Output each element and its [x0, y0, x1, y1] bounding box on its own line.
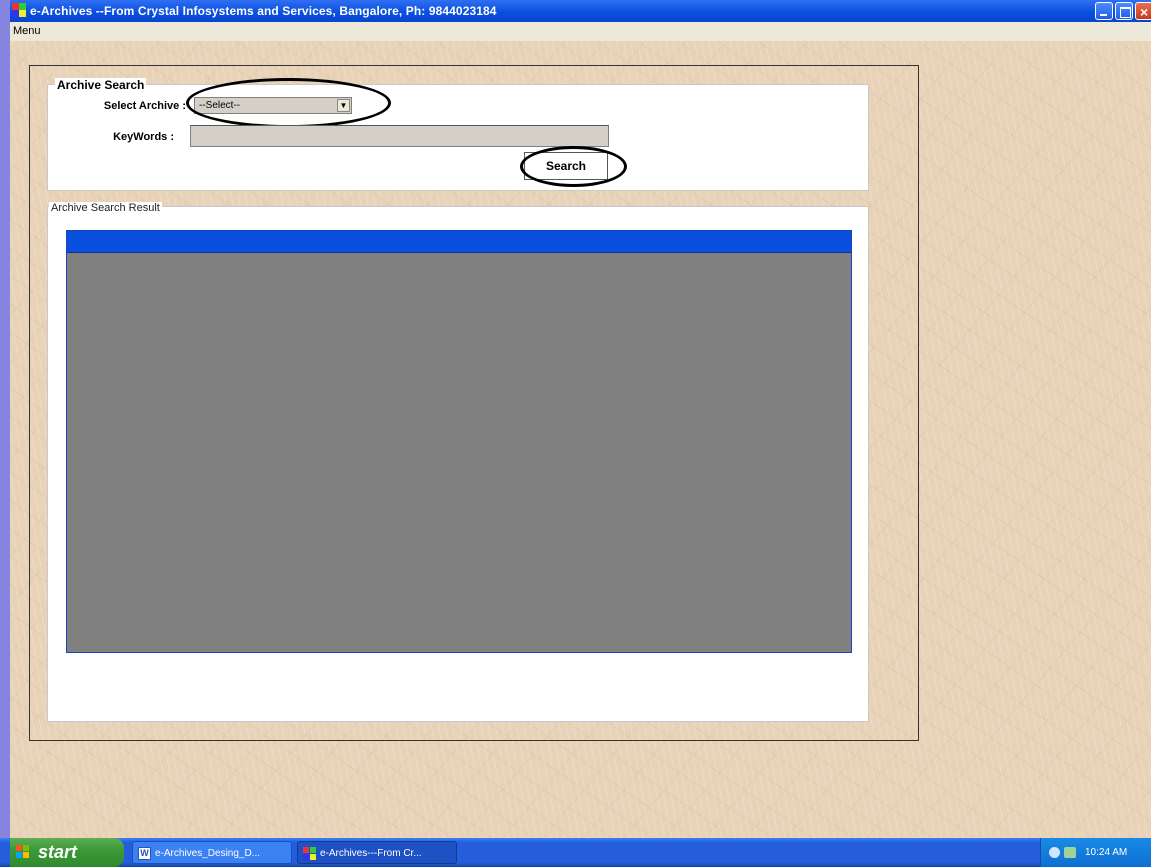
select-archive-dropdown[interactable]: --Select-- ▼ [194, 97, 352, 114]
dropdown-arrow-icon[interactable]: ▼ [337, 99, 350, 112]
volume-icon[interactable] [1049, 847, 1060, 858]
start-label: start [38, 842, 78, 862]
keywords-label: KeyWords : [113, 131, 174, 143]
maximize-button[interactable] [1115, 2, 1133, 20]
select-archive-value: --Select-- [199, 100, 241, 111]
network-icon[interactable] [1064, 847, 1076, 858]
minimize-button[interactable] [1095, 2, 1113, 20]
results-grid-header [67, 231, 851, 253]
window-title: e-Archives --From Crystal Infosystems an… [30, 4, 497, 18]
maximize-icon [1120, 7, 1131, 18]
search-result-title: Archive Search Result [49, 202, 162, 214]
taskbar-item-label: e-Archives_Desing_D... [155, 848, 261, 859]
menu-item-menu[interactable]: Menu [13, 22, 41, 41]
clock[interactable]: 10:24 AM [1085, 838, 1127, 867]
search-button[interactable]: Search [524, 152, 608, 180]
taskbar-item-word-doc[interactable]: W e-Archives_Desing_D... [132, 841, 292, 864]
keywords-input[interactable] [190, 125, 609, 147]
taskbar-item-e-archives[interactable]: e-Archives---From Cr... [297, 841, 457, 864]
windows-flag-icon [16, 845, 30, 859]
select-archive-label: Select Archive : [103, 100, 186, 112]
archive-search-title: Archive Search [55, 78, 147, 92]
main-window: e-Archives --From Crystal Infosystems an… [10, 0, 1151, 838]
taskbar-item-label: e-Archives---From Cr... [320, 848, 422, 859]
app-icon [12, 3, 26, 17]
app-icon [303, 847, 316, 860]
start-button[interactable]: start [10, 838, 124, 867]
menu-bar: Menu [10, 22, 1151, 41]
taskbar: start W e-Archives_Desing_D... e-Archive… [0, 838, 1151, 867]
minimize-icon [1100, 14, 1107, 16]
title-bar[interactable]: e-Archives --From Crystal Infosystems an… [10, 0, 1151, 22]
system-tray: 10:24 AM [1040, 838, 1151, 867]
results-grid[interactable] [66, 230, 852, 653]
word-doc-icon: W [138, 847, 151, 860]
desktop-edge [0, 0, 10, 867]
close-button[interactable]: × [1135, 2, 1151, 20]
close-icon: × [1140, 4, 1149, 20]
